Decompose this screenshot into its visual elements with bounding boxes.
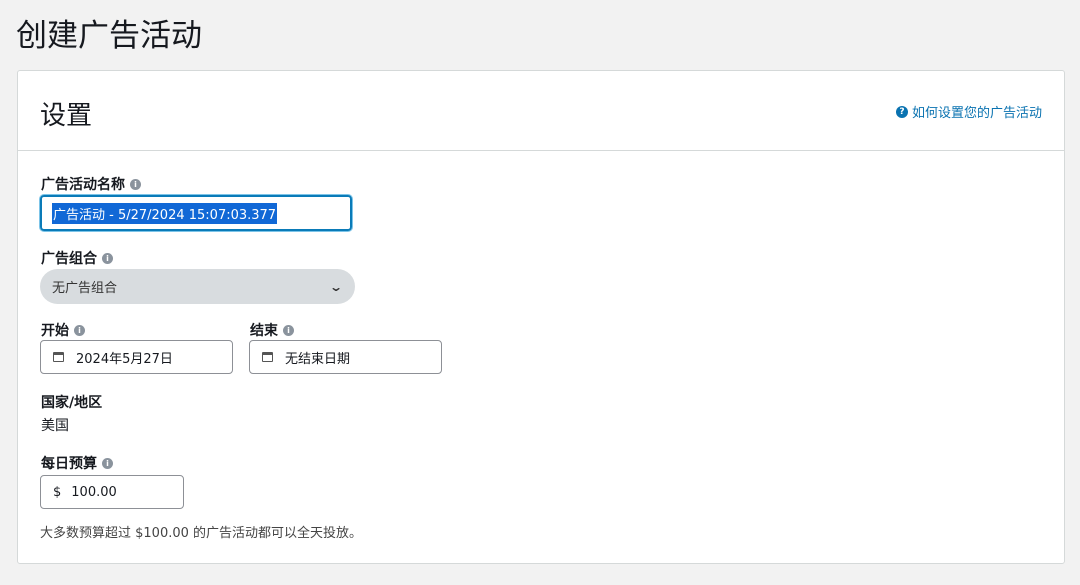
country-label: 国家/地区	[41, 395, 103, 411]
help-link[interactable]: ? 如何设置您的广告活动	[895, 102, 1042, 121]
daily-budget-label: 每日预算 i	[41, 453, 113, 473]
ad-group-label: 广告组合 i	[41, 248, 113, 268]
info-icon[interactable]: i	[102, 457, 113, 469]
country-value: 美国	[41, 418, 69, 434]
ad-group-value: 无广告组合	[52, 281, 118, 296]
start-date-input[interactable]: 2024年5月27日	[40, 340, 233, 374]
ad-group-select[interactable]: 无广告组合 ⌄	[40, 269, 355, 304]
budget-note: 大多数预算超过 $100.00 的广告活动都可以全天投放。	[40, 526, 363, 541]
campaign-name-label: 广告活动名称 i	[41, 174, 141, 194]
calendar-icon	[53, 352, 64, 362]
end-date-value: 无结束日期	[285, 351, 351, 367]
campaign-name-value: 广告活动 - 5/27/2024 15:07:03.377	[52, 202, 278, 224]
question-icon: ?	[895, 105, 908, 118]
daily-budget-value: 100.00	[71, 484, 117, 500]
campaign-name-input[interactable]: 广告活动 - 5/27/2024 15:07:03.377	[40, 195, 352, 231]
page-title: 创建广告活动	[16, 18, 202, 54]
currency-symbol: $	[53, 484, 62, 500]
info-icon[interactable]: i	[283, 324, 294, 336]
end-date-input[interactable]: 无结束日期	[249, 340, 442, 374]
calendar-icon	[262, 352, 273, 362]
start-date-value: 2024年5月27日	[76, 351, 173, 367]
chevron-down-icon: ⌄	[328, 279, 344, 294]
help-link-label: 如何设置您的广告活动	[911, 106, 1042, 121]
start-label: 开始 i	[41, 320, 85, 340]
end-label: 结束 i	[250, 320, 294, 340]
info-icon[interactable]: i	[102, 252, 113, 264]
card-header: 设置 ? 如何设置您的广告活动	[18, 71, 1064, 151]
info-icon[interactable]: i	[74, 324, 85, 336]
info-icon[interactable]: i	[130, 178, 141, 190]
settings-title: 设置	[40, 101, 93, 131]
settings-card: 设置 ? 如何设置您的广告活动 广告活动名称 i 广告活动 - 5/27/2024 …	[17, 70, 1065, 564]
daily-budget-input[interactable]: $100.00	[40, 475, 184, 509]
